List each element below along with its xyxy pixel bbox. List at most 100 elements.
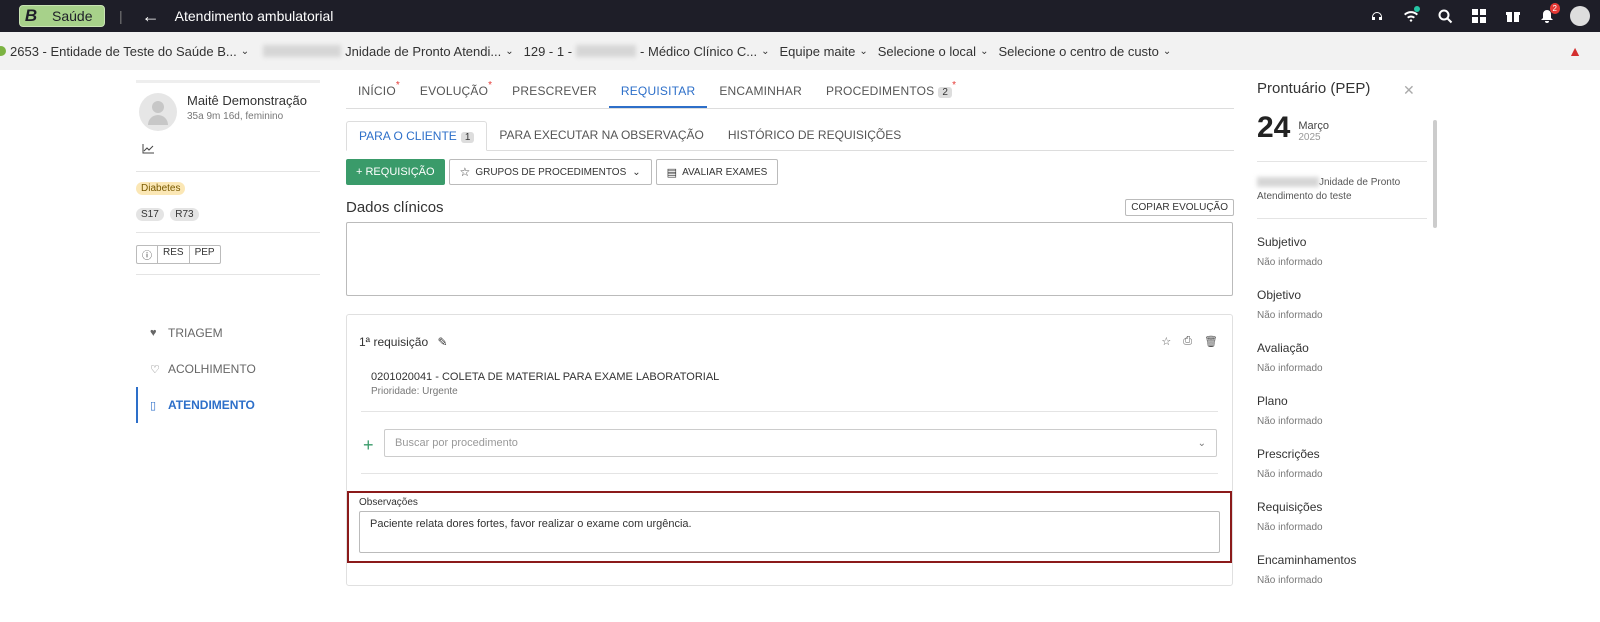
trash-icon[interactable]: 🗑 (1204, 335, 1218, 348)
bell-icon[interactable]: 2 (1530, 0, 1564, 32)
wifi-icon[interactable] (1394, 0, 1428, 32)
add-requisicao-button[interactable]: + REQUISIÇÃO (346, 159, 445, 185)
tab-evolucao[interactable]: EVOLUÇÃO * (408, 76, 500, 108)
side-nav: ♥ TRIAGEM ♡ ACOLHIMENTO ▯ ATENDIMENTO (136, 315, 320, 423)
star-outline-icon[interactable]: ☆ (1161, 335, 1171, 348)
chevron-down-icon: ⌄ (1197, 437, 1206, 449)
chevron-down-icon: ⌄ (240, 45, 250, 57)
required-mark: * (395, 80, 400, 91)
pep-section-subjetivo[interactable]: Subjetivo Não informado (1257, 235, 1437, 268)
clinical-data-title: Dados clínicos (346, 199, 444, 216)
redacted-text (1257, 177, 1319, 188)
pep-section-avaliacao[interactable]: Avaliação Não informado (1257, 341, 1437, 374)
count-badge: 1 (460, 132, 475, 143)
tab-label: EVOLUÇÃO (419, 84, 489, 98)
local-label: Selecione o local (877, 43, 977, 59)
tab-label: PROCEDIMENTOS (825, 84, 935, 98)
tab-procedimentos[interactable]: PROCEDIMENTOS 2 * (814, 76, 964, 108)
redacted-text (263, 45, 342, 57)
entity-selector[interactable]: 2653 - Entidade de Teste do Saúde B... ⌄ (0, 44, 249, 59)
cost-center-label: Selecione o centro de custo (998, 43, 1159, 59)
nav-item-atendimento[interactable]: ▯ ATENDIMENTO (136, 387, 320, 423)
team-selector[interactable]: Equipe maite ⌄ (779, 44, 867, 59)
cost-center-selector[interactable]: Selecione o centro de custo ⌄ (998, 44, 1171, 59)
pep-section-encaminhamentos[interactable]: Encaminhamentos Não informado (1257, 553, 1437, 586)
headset-icon[interactable] (1360, 0, 1394, 32)
pencil-icon[interactable]: ✎ (438, 335, 448, 349)
section-value: Não informado (1257, 363, 1323, 374)
tab-historico[interactable]: HISTÓRICO DE REQUISIÇÕES (716, 121, 913, 150)
tab-prescrever[interactable]: PRESCREVER (500, 76, 609, 108)
pep-section-prescricoes[interactable]: Prescrições Não informado (1257, 447, 1437, 480)
brand-letter: B (24, 6, 38, 25)
required-mark: * (952, 80, 957, 91)
pep-scrollbar[interactable] (1433, 120, 1437, 228)
print-icon[interactable]: ⎙ (1183, 335, 1192, 348)
chevron-down-icon: ⌄ (632, 166, 641, 178)
entity-label: 2653 - Entidade de Teste do Saúde B... (10, 43, 237, 59)
pep-unit: Jnidade de Pronto Atendimento do teste (1257, 176, 1417, 204)
tab-label: HISTÓRICO DE REQUISIÇÕES (727, 128, 902, 142)
heart-outline-icon: ♡ (150, 363, 160, 376)
section-value: Não informado (1257, 469, 1323, 480)
cid-code: R73 (170, 208, 199, 221)
top-separator: | (119, 8, 123, 24)
patient-avatar (139, 93, 177, 131)
unit-selector[interactable]: Jnidade de Pronto Atendi... ⌄ (259, 44, 514, 59)
section-title: Subjetivo (1257, 235, 1307, 249)
gift-icon[interactable] (1496, 0, 1530, 32)
user-avatar[interactable] (1570, 6, 1590, 26)
request-card: 1ª requisição ✎ ☆ ⎙ 🗑 0201020041 - COLET… (346, 314, 1233, 586)
section-title: Plano (1257, 394, 1288, 408)
divider (136, 232, 320, 233)
tab-para-o-cliente[interactable]: PARA O CLIENTE 1 (346, 121, 488, 151)
patient-info: 35a 9m 16d, feminino (187, 111, 284, 122)
tab-label: INÍCIO (358, 84, 396, 98)
chevron-down-icon: ⌄ (859, 45, 868, 57)
pep-button[interactable]: PEP (190, 246, 220, 263)
tab-para-executar[interactable]: PARA EXECUTAR NA OBSERVAÇÃO (487, 121, 716, 150)
search-placeholder: Buscar por procedimento (395, 437, 518, 449)
close-icon[interactable]: ✕ (1403, 82, 1415, 99)
patient-name: Maitê Demonstração (187, 93, 307, 108)
divider (1257, 161, 1427, 162)
procedure-search-input[interactable]: Buscar por procedimento ⌄ (384, 429, 1217, 457)
observations-textarea[interactable]: Paciente relata dores fortes, favor real… (359, 511, 1220, 553)
local-selector[interactable]: Selecione o local ⌄ (878, 44, 989, 59)
chevron-down-icon: ⌄ (1162, 45, 1172, 57)
heart-pulse-icon: ♥ (150, 327, 157, 339)
pep-section-requisicoes[interactable]: Requisições Não informado (1257, 500, 1437, 533)
plus-icon[interactable]: + (363, 435, 374, 456)
request-icons: ☆ ⎙ 🗑 (1149, 335, 1218, 348)
back-arrow-icon[interactable]: ← (141, 6, 161, 27)
procedure-name: 0201020041 - COLETA DE MATERIAL PARA EXA… (371, 371, 720, 383)
copy-evolution-button[interactable]: COPIAR EVOLUÇÃO (1125, 199, 1234, 216)
notification-badge: 2 (1549, 3, 1560, 14)
professional-selector[interactable]: 129 - 1 - - Médico Clínico C... ⌄ (524, 44, 770, 59)
search-icon[interactable] (1428, 0, 1462, 32)
divider (1257, 218, 1427, 219)
avaliar-exames-button[interactable]: ▤ AVALIAR EXAMES (655, 159, 779, 185)
brand-logo[interactable]: B Saúde (19, 5, 105, 27)
apps-grid-icon[interactable] (1462, 0, 1496, 32)
grupos-procedimentos-button[interactable]: ☆ GRUPOS DE PROCEDIMENTOS ⌄ (448, 159, 652, 185)
nav-item-acolhimento[interactable]: ♡ ACOLHIMENTO (136, 351, 320, 387)
nav-item-triagem[interactable]: ♥ TRIAGEM (136, 315, 320, 351)
clinical-data-textarea[interactable] (346, 222, 1233, 296)
tab-inicio[interactable]: INÍCIO * (346, 76, 408, 108)
tab-label: REQUISITAR (620, 84, 696, 98)
entity-globe-icon (0, 46, 6, 56)
section-title: Encaminhamentos (1257, 553, 1357, 567)
divider (361, 473, 1218, 474)
document-icon: ▤ (666, 166, 678, 179)
pep-section-plano[interactable]: Plano Não informado (1257, 394, 1437, 427)
divider (361, 411, 1218, 412)
res-button[interactable]: RES (158, 246, 190, 263)
info-icon[interactable]: ⓘ (137, 246, 158, 263)
chart-line-icon[interactable] (136, 131, 320, 171)
tab-encaminhar[interactable]: ENCAMINHAR (707, 76, 814, 108)
pep-section-objetivo[interactable]: Objetivo Não informado (1257, 288, 1437, 321)
warning-icon[interactable]: ▲ (1568, 43, 1582, 59)
tab-requisitar[interactable]: REQUISITAR (608, 76, 708, 108)
pep-date: 24 Março 2025 (1257, 113, 1437, 144)
